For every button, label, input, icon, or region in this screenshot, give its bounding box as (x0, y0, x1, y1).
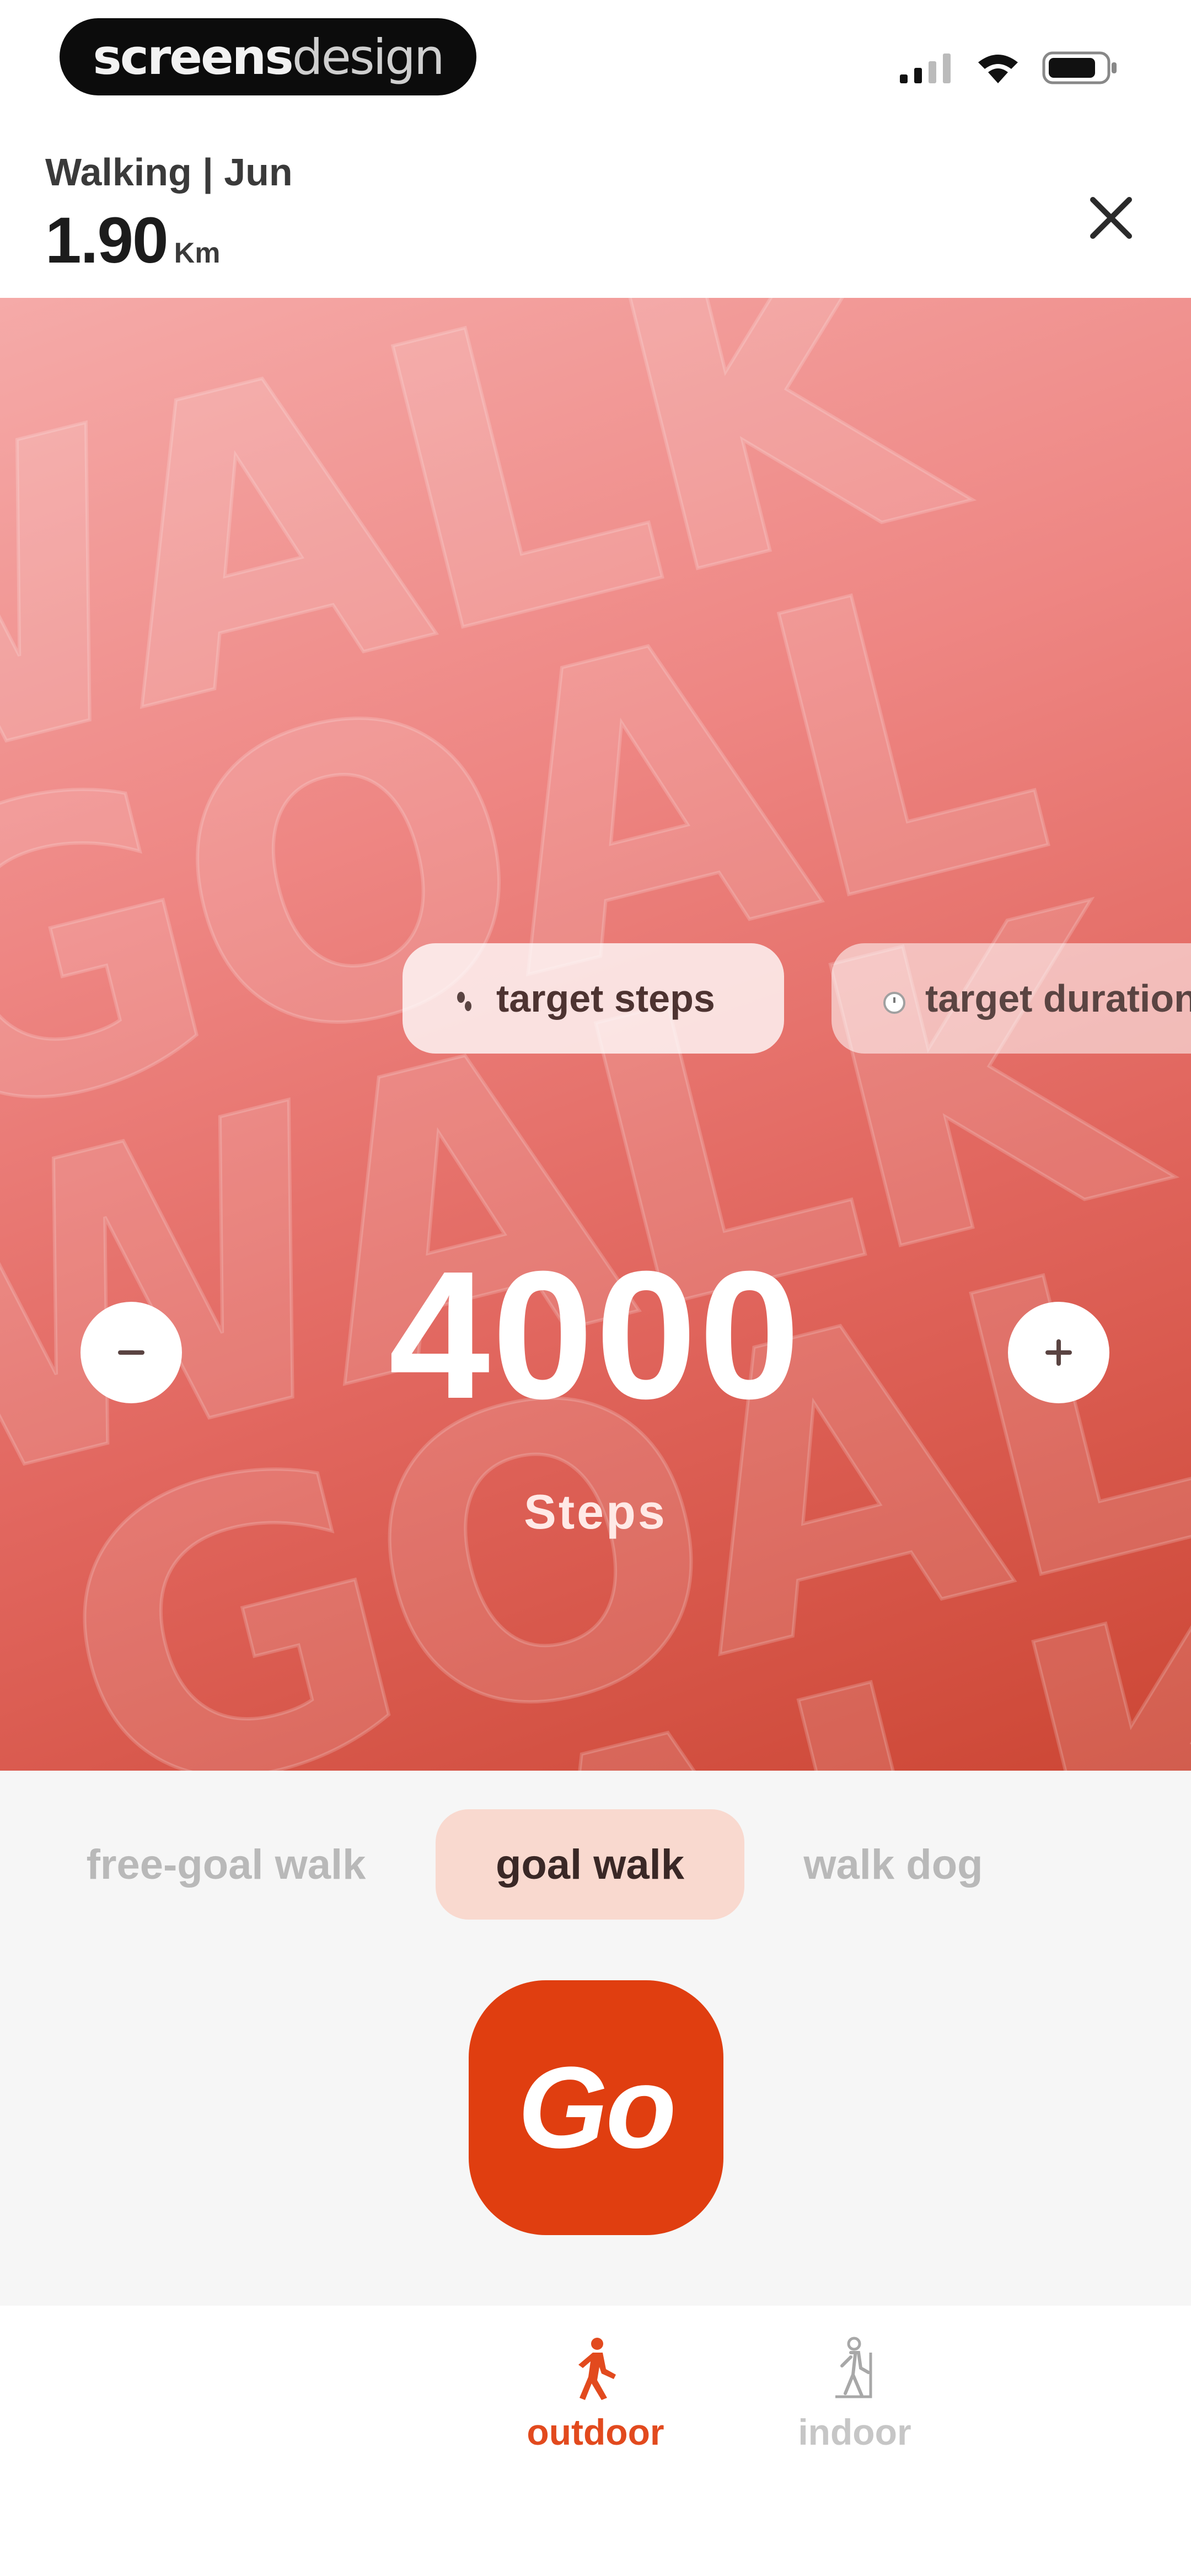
signal-icon (900, 54, 951, 83)
goal-hero-panel: WALK GOAL WALK GOAL WALK target steps ta… (0, 298, 1191, 1771)
brand-text-light: design (292, 28, 445, 85)
distance-value: 1.90 (45, 204, 169, 277)
distance-unit: Km (174, 237, 221, 269)
plus-icon (1045, 1339, 1072, 1366)
chip-label: target duration (925, 977, 1191, 1020)
close-button[interactable] (1081, 188, 1141, 248)
mode-walk-dog[interactable]: walk dog (777, 1809, 1009, 1920)
tab-label: outdoor (527, 2412, 664, 2452)
close-icon (1090, 197, 1132, 239)
activity-label: Walking | Jun (45, 151, 293, 194)
walk-mode-section: free-goal walk goal walk walk dog Go (0, 1771, 1191, 2306)
steps-icon (457, 992, 471, 1011)
clock-icon (883, 992, 905, 1014)
brand-logo: screens design (60, 18, 476, 95)
chip-target-steps[interactable]: target steps (403, 943, 784, 1054)
mode-free-goal-walk[interactable]: free-goal walk (61, 1809, 391, 1920)
mode-goal-walk[interactable]: goal walk (436, 1809, 744, 1920)
go-label: Go (518, 2043, 677, 2172)
brand-text-bold: screens (93, 28, 293, 85)
wifi-icon (978, 55, 1018, 83)
status-icons (899, 49, 1119, 87)
distance-display: 1.90 Km (45, 203, 220, 278)
goal-unit-label: Steps (524, 1484, 667, 1539)
tab-indoor[interactable]: indoor (761, 2336, 948, 2453)
bottom-tab-bar: outdoor indoor (0, 2306, 1191, 2576)
increment-button[interactable] (1008, 1302, 1109, 1403)
treadmill-icon (835, 2337, 872, 2398)
go-button[interactable]: Go (469, 1980, 723, 2235)
chip-target-duration[interactable]: target duration (831, 943, 1191, 1054)
battery-icon (1042, 51, 1117, 84)
tab-outdoor[interactable]: outdoor (502, 2336, 689, 2453)
tab-label: indoor (798, 2412, 911, 2452)
chip-label: target steps (496, 977, 715, 1020)
walker-icon (578, 2338, 616, 2400)
